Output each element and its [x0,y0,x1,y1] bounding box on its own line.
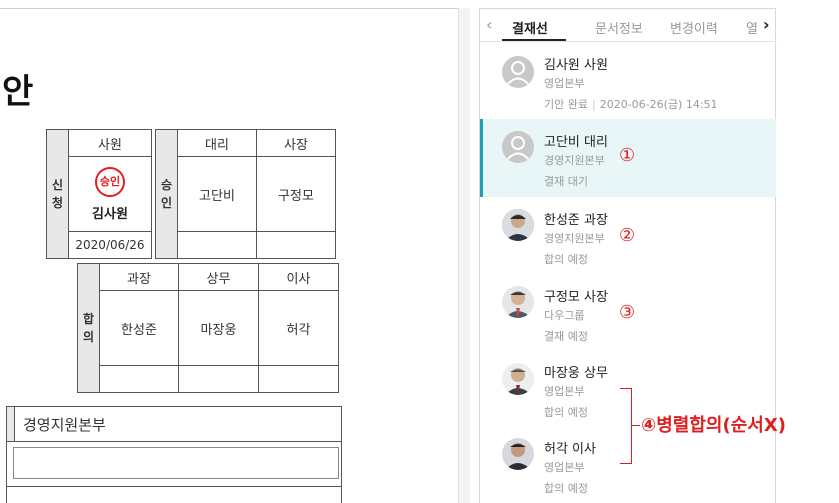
approver-name: 구정모 사장 [544,290,608,305]
avatar-photo [502,209,534,241]
document-divider [7,486,341,487]
applicant-date: 2020/06/26 [68,231,152,259]
approver-name: 고단비 대리 [544,135,608,150]
document-input-box[interactable] [13,447,339,479]
approval-table: 신청 사원 승인 대리 사장 승인 김사원 고단비 구정모 2020/06/26 [46,129,336,259]
avatar-photo [502,363,534,395]
agreement-rank-2: 상무 [178,263,259,291]
approver-date-2 [256,231,336,259]
applicant-name: 김사원 [92,206,128,222]
approver-dept: 영업본부 [544,77,585,90]
department-row: 경영지원본부 [6,406,342,442]
applicant-sign-cell: 승인 김사원 [68,156,152,232]
approver-item[interactable]: 김사원 사원 영업본부 기안 완료 | 2020-06-26(금) 14:51 [480,43,776,119]
agreement-rank-3: 이사 [258,263,339,291]
agreement-label: 합의 [77,263,100,393]
panel-tabs: ‹ 결재선 문서정보 변경이력 열 › [480,9,777,42]
approval-label-char-1: 승 [160,178,173,192]
approver-datetime: 2020-06-26(금) 14:51 [599,98,718,111]
approver-date-1 [177,231,257,259]
approver-status: 기안 완료 [544,98,588,111]
approver-dept: 경영지원본부 [544,154,605,167]
avatar-photo [502,438,534,470]
default-user-icon [502,131,534,163]
default-user-icon [502,56,534,88]
application-label-char-1: 신 [51,178,64,192]
avatar-photo [502,286,534,318]
active-tab-indicator [502,39,566,41]
application-label: 신청 [46,129,69,259]
agreement-label-char-1: 합 [82,312,95,326]
document-scrollbar[interactable] [458,8,470,503]
approval-label: 승인 [155,129,178,259]
approver-name: 허각 이사 [544,442,596,457]
active-indicator [480,119,483,197]
approver-status: 결재 대기 [544,175,588,188]
parallel-bracket [620,388,632,464]
agreement-date-1 [99,365,179,393]
agreement-rank-1: 과장 [99,263,179,291]
chevron-right-icon[interactable]: › [763,15,770,34]
tab-document-info[interactable]: 문서정보 [595,18,643,37]
approver-name-1: 고단비 [177,156,257,232]
approver-name-2: 구정모 [256,156,336,232]
status-separator: | [591,98,596,111]
marker-4: ④ [641,415,657,436]
approver-status: 합의 예정 [544,253,588,266]
agreement-date-2 [178,365,259,393]
agreement-table: 합의 과장 상무 이사 한성준 마장웅 허각 [77,263,339,393]
marker-1: ① [619,145,636,166]
approver-dept: 다우그룹 [544,309,585,322]
approver-status: 합의 예정 [544,406,588,419]
approver-name: 한성준 과장 [544,213,608,228]
approval-label-char-2: 인 [160,196,173,210]
tab-approval-line[interactable]: 결재선 [512,18,548,37]
tab-change-history[interactable]: 변경이력 [670,18,718,37]
department-row-header [7,407,15,441]
agreement-name-3: 허각 [258,290,339,366]
approval-stamp: 승인 [95,166,125,197]
agreement-date-3 [258,365,339,393]
applicant-rank: 사원 [68,129,152,157]
document-title: 안 [2,72,35,112]
approver-dept: 경영지원본부 [544,232,605,245]
approver-status: 합의 예정 [544,482,588,495]
agreement-name-1: 한성준 [99,290,179,366]
approver-name: 마장웅 상무 [544,366,608,381]
marker-2: ② [619,225,636,246]
approver-status: 결재 예정 [544,330,588,343]
chevron-left-icon[interactable]: ‹ [486,15,492,34]
approver-name: 김사원 사원 [544,58,608,73]
approver-rank-2: 사장 [256,129,336,157]
approver-dept: 영업본부 [544,461,585,474]
agreement-label-char-2: 의 [82,330,95,344]
parallel-agreement-annotation: ④병렬합의(순서X) [641,411,786,437]
app-frame: 안 신청 사원 승인 대리 사장 승인 김사원 고단비 구정모 2020/06/… [0,0,839,503]
approver-rank-1: 대리 [177,129,257,157]
approver-status-line: 기안 완료 | 2020-06-26(금) 14:51 [544,96,718,112]
marker-3: ③ [619,302,636,323]
document-body-box [6,442,342,503]
approver-dept: 영업본부 [544,385,585,398]
tab-overflow[interactable]: 열 [746,18,758,37]
agreement-name-2: 마장웅 [178,290,259,366]
department-value: 경영지원본부 [23,415,106,434]
parallel-bracket-stub [632,425,640,426]
annotation-text: 병렬합의(순서X) [656,415,786,436]
application-label-char-2: 청 [51,196,64,210]
